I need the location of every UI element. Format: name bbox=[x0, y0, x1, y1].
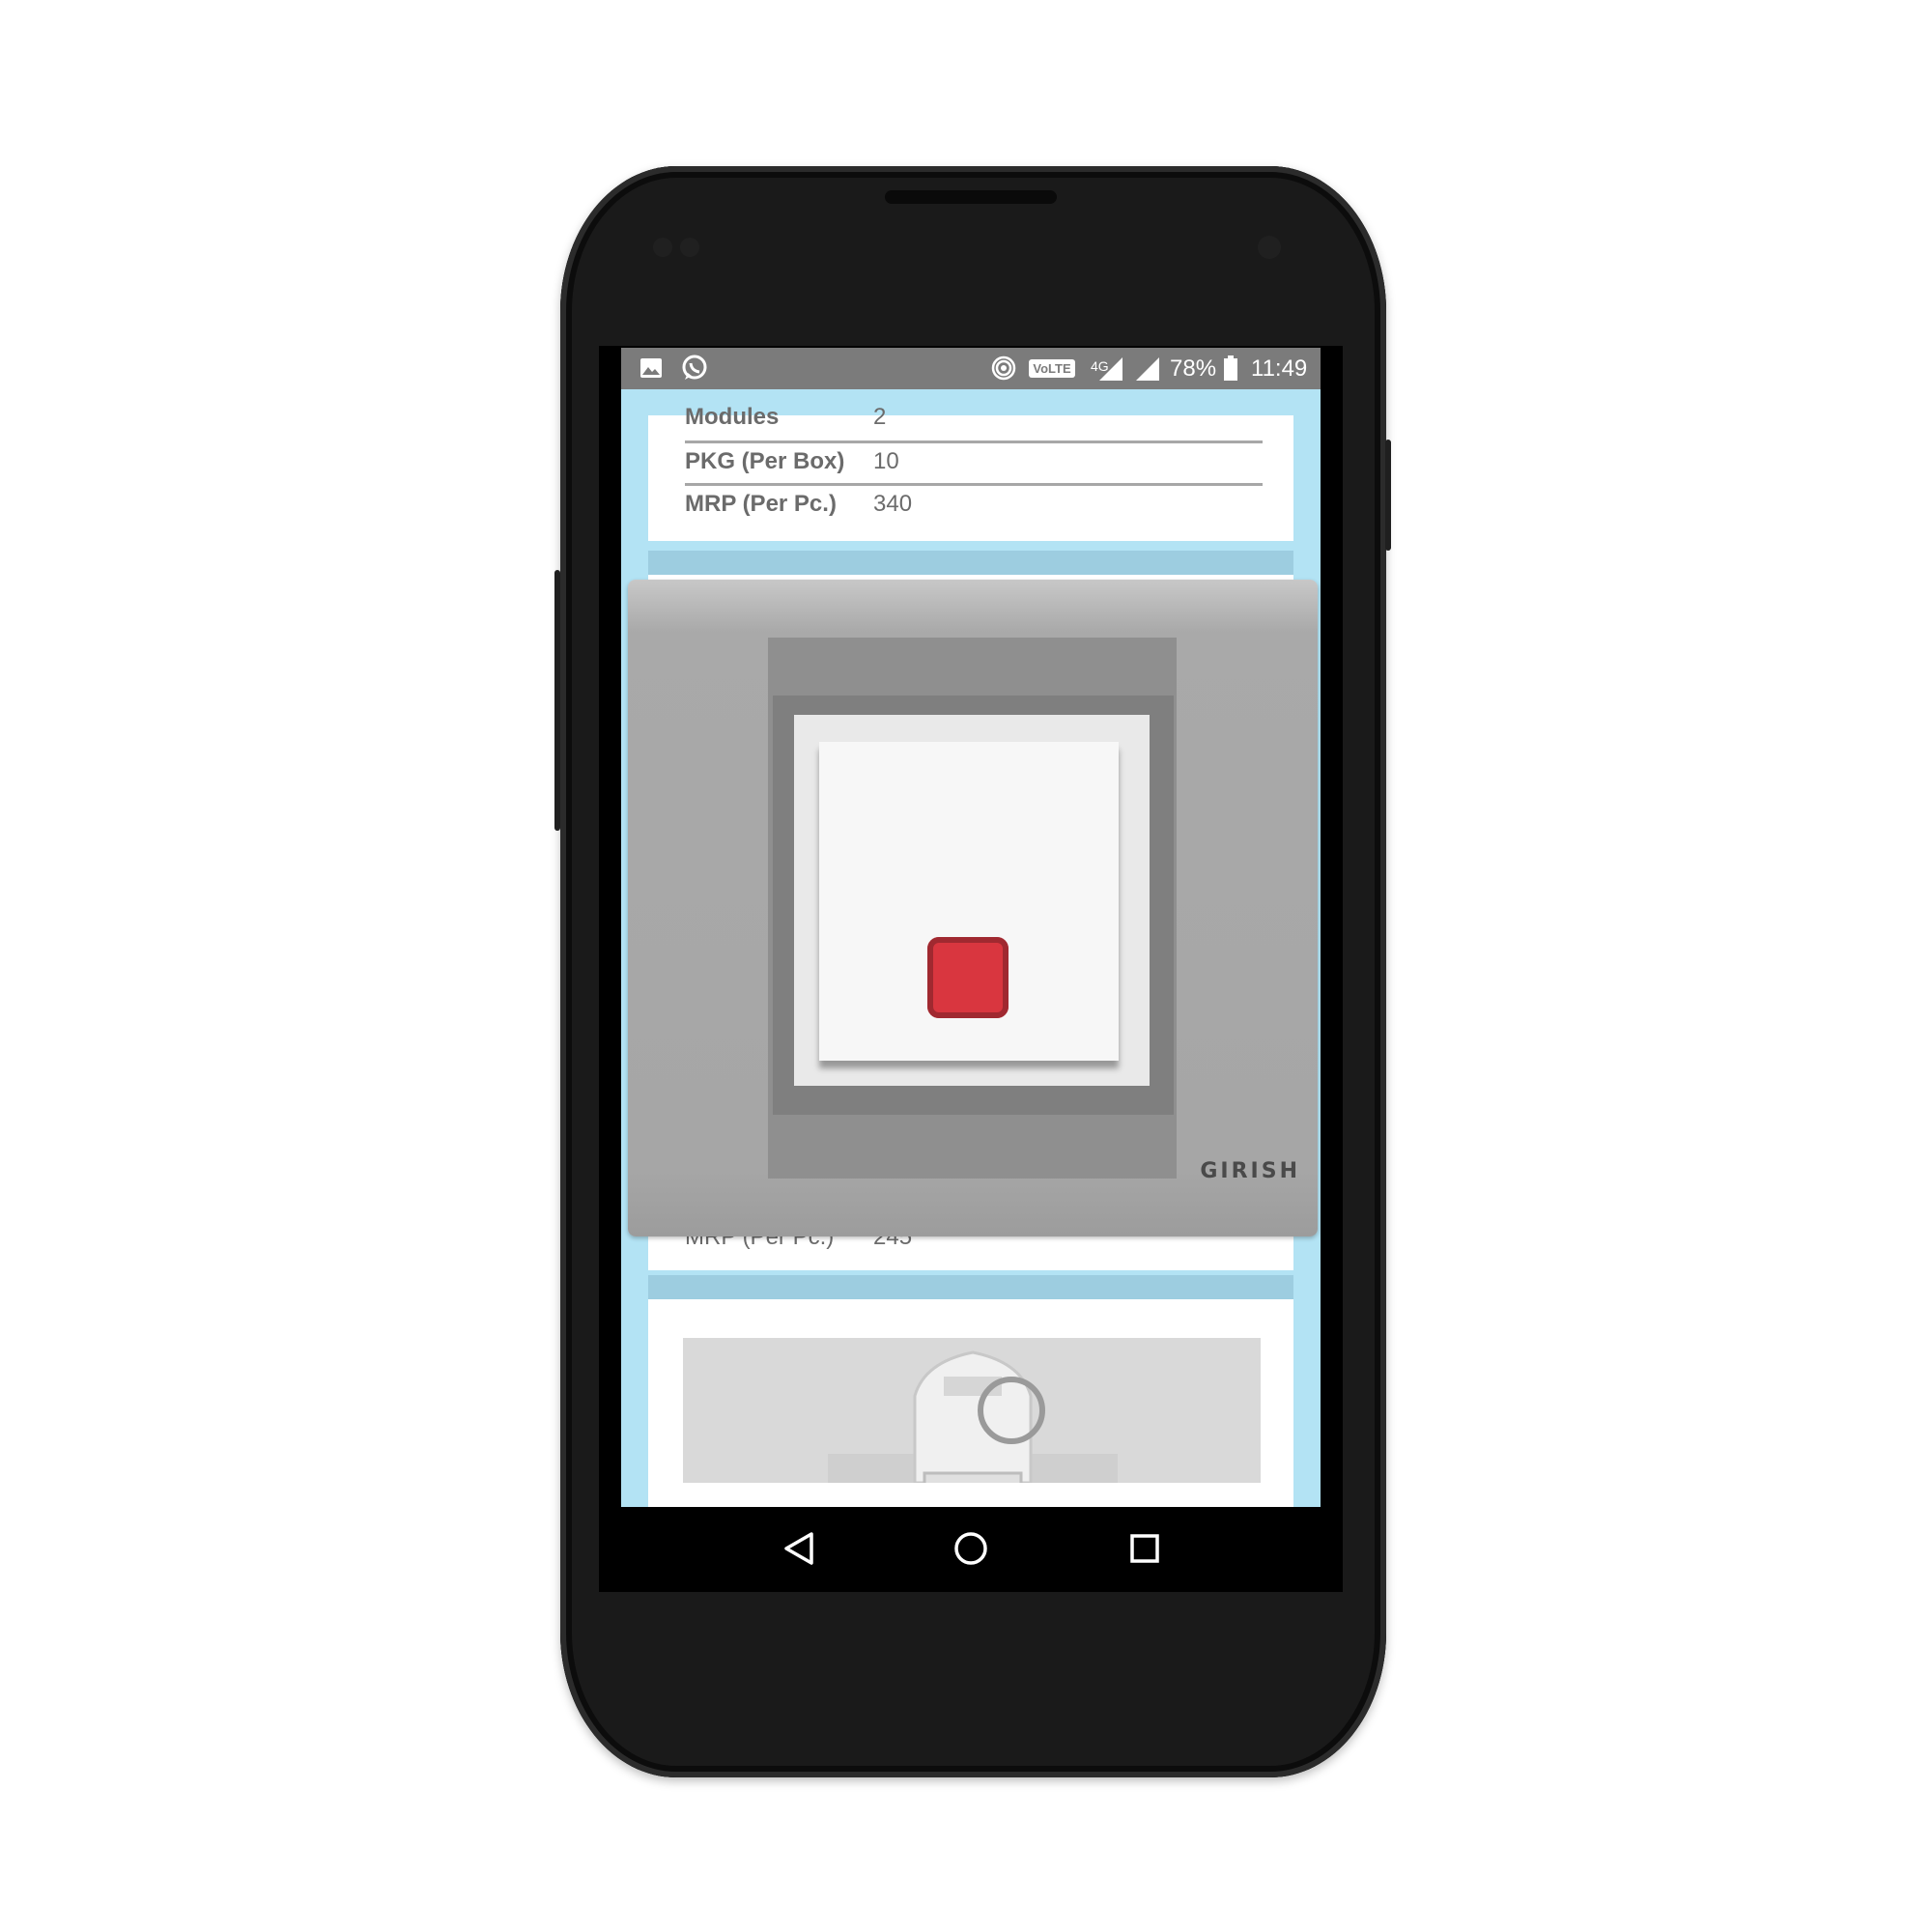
spec-label: PKG (Per Box) bbox=[685, 448, 845, 474]
spec-row-mrp: MRP (Per Pc.) 340 bbox=[685, 483, 1263, 524]
spec-label: Modules bbox=[685, 404, 780, 430]
spec-value: 340 bbox=[873, 491, 913, 517]
brand-logo: GIRISH bbox=[1200, 1159, 1300, 1183]
spec-value: 2 bbox=[873, 404, 887, 430]
image-icon bbox=[639, 355, 664, 382]
signal-icon bbox=[1096, 355, 1125, 382]
home-icon[interactable] bbox=[947, 1524, 995, 1573]
spec-row-pkg: PKG (Per Box) 10 bbox=[685, 440, 1263, 481]
status-bar: VoLTE 4G 78% 11:49 bbox=[621, 348, 1321, 389]
power-button bbox=[1385, 440, 1391, 551]
earpiece-speaker bbox=[885, 190, 1057, 204]
product-image[interactable]: GIRISH bbox=[628, 580, 1318, 1236]
front-sensor bbox=[680, 238, 699, 257]
clock: 11:49 bbox=[1251, 355, 1308, 382]
battery-percent: 78% bbox=[1170, 355, 1217, 382]
spec-label: MRP (Per Pc.) bbox=[685, 491, 837, 517]
back-icon[interactable] bbox=[775, 1524, 823, 1573]
volte-icon: VoLTE bbox=[1029, 355, 1075, 382]
spec-value: 10 bbox=[873, 448, 899, 474]
indicator-light bbox=[927, 937, 1009, 1018]
front-camera bbox=[1258, 236, 1281, 259]
front-sensor bbox=[653, 238, 672, 257]
volume-button bbox=[554, 570, 560, 831]
navigation-bar bbox=[599, 1507, 1343, 1592]
whatsapp-icon bbox=[679, 355, 710, 382]
product-thumbnail[interactable] bbox=[683, 1338, 1261, 1483]
recents-icon[interactable] bbox=[1121, 1524, 1169, 1573]
card-separator bbox=[648, 551, 1293, 575]
card-separator bbox=[648, 1275, 1293, 1299]
hotspot-icon bbox=[990, 355, 1017, 382]
spec-row-modules: Modules 2 bbox=[685, 396, 1263, 437]
battery-icon bbox=[1222, 355, 1239, 382]
spec-card: Modules 2 PKG (Per Box) 10 MRP (Per Pc.)… bbox=[648, 404, 1293, 541]
signal-icon bbox=[1133, 355, 1162, 382]
